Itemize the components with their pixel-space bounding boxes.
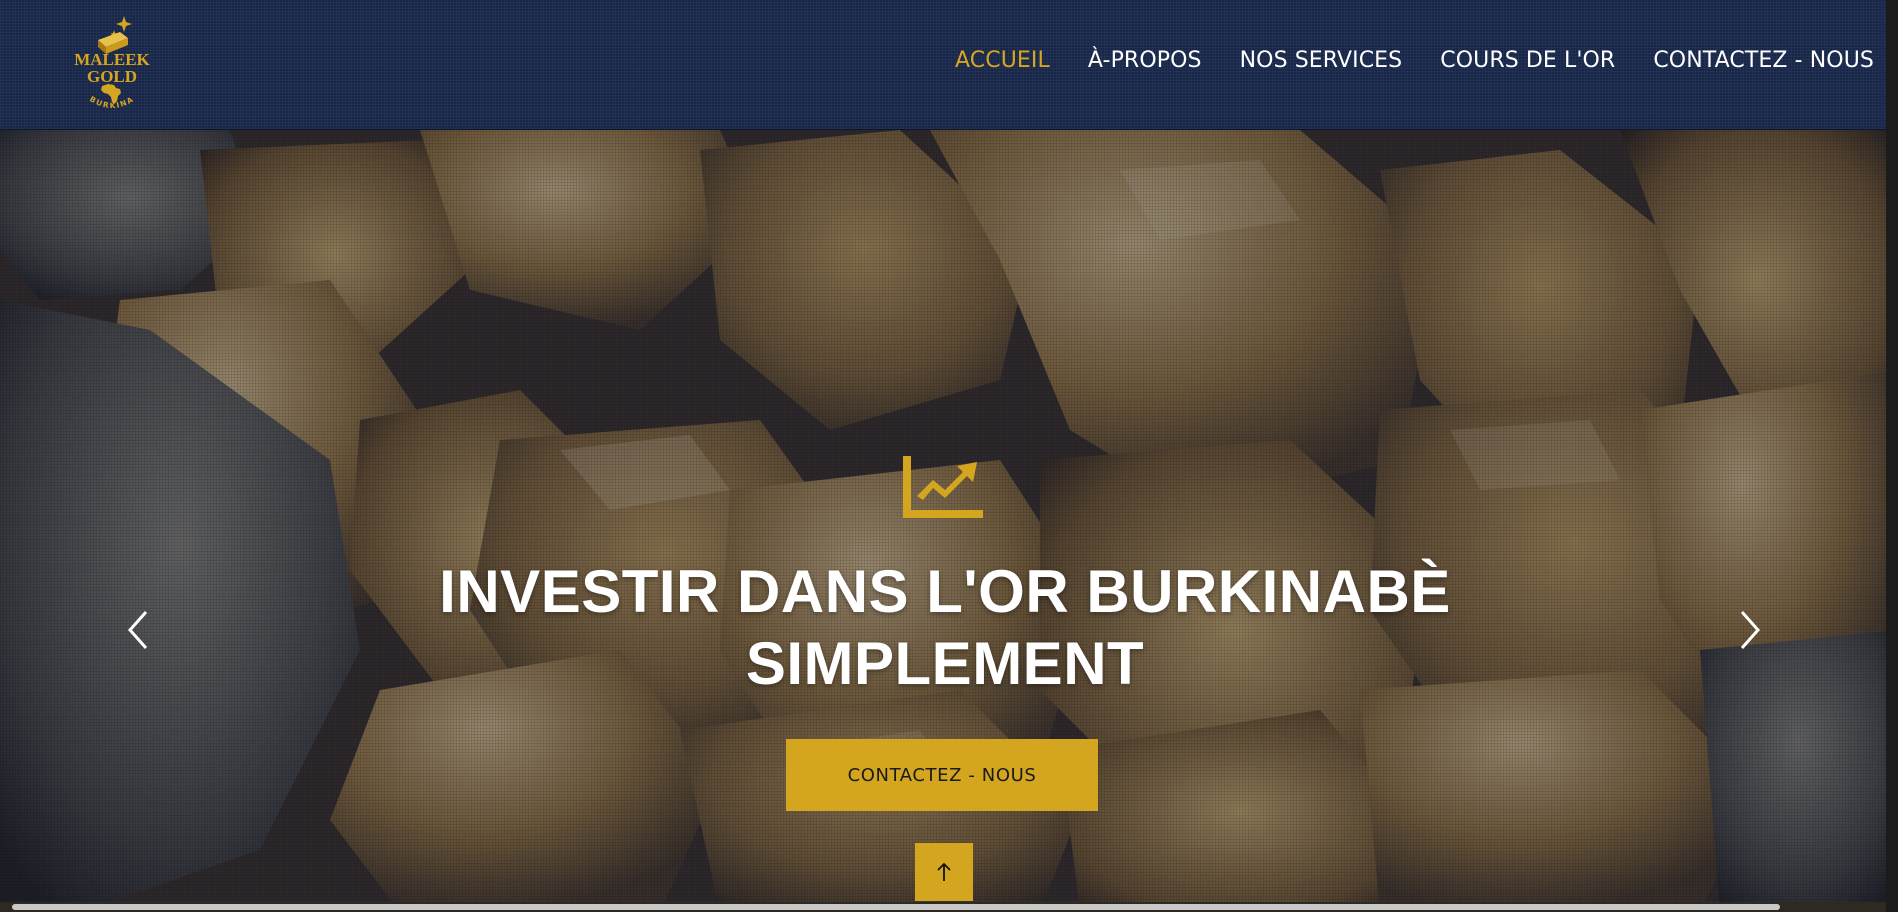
nav-item-contactez-nous[interactable]: CONTACTEZ - NOUS — [1653, 48, 1874, 73]
hero-slider: INVESTIR DANS L'OR BURKINABÈ SIMPLEMENT … — [0, 130, 1898, 912]
chevron-left-icon — [127, 611, 148, 649]
gold-bar-africa-logo-icon: MALEEK GOLD BURKINA — [74, 16, 151, 110]
arrow-up-icon — [937, 862, 951, 881]
main-nav: ACCUEIL À-PROPOS NOS SERVICES COURS DE L… — [955, 48, 1874, 73]
nav-item-accueil[interactable]: ACCUEIL — [955, 48, 1050, 73]
slider-next-button[interactable] — [1730, 600, 1770, 660]
nav-item-a-propos[interactable]: À-PROPOS — [1088, 48, 1202, 73]
scroll-to-top-button[interactable] — [915, 843, 973, 901]
hero-title: INVESTIR DANS L'OR BURKINABÈ SIMPLEMENT — [420, 556, 1470, 700]
site-header: MALEEK GOLD BURKINA ACCUEIL À-PROPOS NOS… — [0, 0, 1898, 130]
svg-text:GOLD: GOLD — [87, 67, 137, 86]
horizontal-scrollbar-thumb[interactable] — [12, 904, 1780, 910]
horizontal-scrollbar[interactable] — [0, 902, 1898, 912]
hero-title-line2: SIMPLEMENT — [745, 630, 1145, 697]
chevron-right-icon — [1740, 611, 1761, 649]
vertical-scrollbar[interactable] — [1886, 0, 1898, 912]
page: MALEEK GOLD BURKINA ACCUEIL À-PROPOS NOS… — [0, 0, 1898, 912]
nav-item-nos-services[interactable]: NOS SERVICES — [1240, 48, 1403, 73]
site-logo[interactable]: MALEEK GOLD BURKINA — [62, 12, 162, 116]
slider-prev-button[interactable] — [118, 600, 158, 660]
nav-item-cours-de-lor[interactable]: COURS DE L'OR — [1440, 48, 1615, 73]
chart-line-up-icon — [899, 454, 985, 520]
contact-cta-button[interactable]: CONTACTEZ - NOUS — [786, 739, 1098, 811]
hero-title-line1: INVESTIR DANS L'OR BURKINABÈ — [439, 558, 1451, 625]
